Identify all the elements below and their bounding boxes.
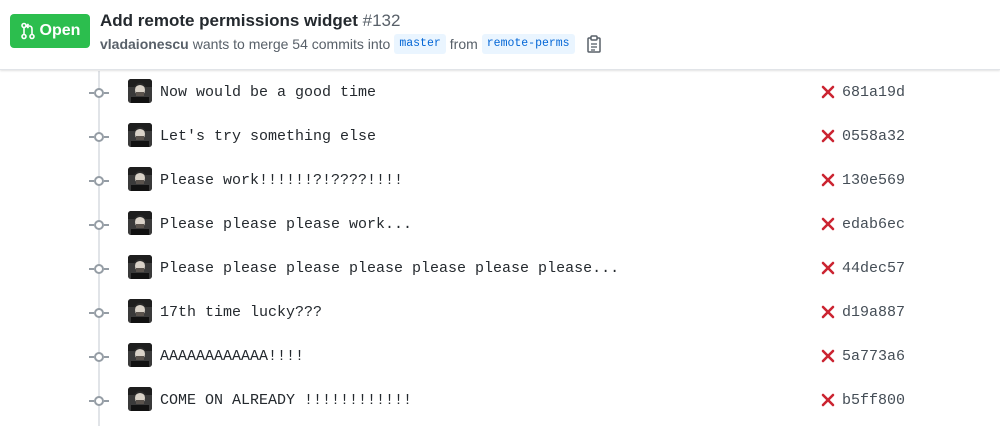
pr-from-text: from	[449, 36, 478, 52]
git-commit-icon	[89, 264, 109, 274]
avatar-image	[128, 211, 152, 235]
git-commit-icon	[89, 308, 109, 318]
commit-row: Please please please work... edab6ec	[0, 203, 1000, 247]
git-commit-icon	[89, 396, 109, 406]
avatar-image	[128, 387, 152, 411]
commit-row: COME ON ALREADY !!!!!!!!!!!! b5ff800	[0, 379, 1000, 423]
base-branch[interactable]: master	[394, 34, 446, 54]
git-commit-icon	[89, 352, 109, 362]
avatar-image	[128, 123, 152, 147]
pr-title-line: Add remote permissions widget #132	[100, 10, 400, 32]
author-avatar[interactable]	[128, 79, 152, 103]
head-branch[interactable]: remote-perms	[481, 34, 575, 54]
commit-message-link[interactable]: Please please please work...	[160, 215, 412, 235]
x-failure-icon[interactable]	[820, 216, 836, 232]
pr-number: #132	[362, 11, 401, 30]
commit-row: Please please please please please pleas…	[0, 247, 1000, 291]
x-failure-icon[interactable]	[820, 84, 836, 100]
pr-merge-text: wants to merge 54 commits into	[192, 36, 391, 52]
x-failure-icon[interactable]	[820, 392, 836, 408]
git-commit-icon	[89, 88, 109, 98]
git-commit-icon	[89, 132, 109, 142]
commit-sha-link[interactable]: edab6ec	[842, 215, 905, 235]
avatar-image	[128, 255, 152, 279]
commit-row: Now would be a good time 681a19d	[0, 71, 1000, 115]
commit-row: AAAAAAAAAAAA!!!! 5a773a6	[0, 335, 1000, 379]
x-failure-icon[interactable]	[820, 128, 836, 144]
author-avatar[interactable]	[128, 343, 152, 367]
commit-message-link[interactable]: Please work!!!!!!?!????!!!!	[160, 171, 403, 191]
commit-row: Let's try something else 0558a32	[0, 115, 1000, 159]
author-avatar[interactable]	[128, 167, 152, 191]
git-commit-icon	[89, 220, 109, 230]
commit-sha-link[interactable]: b5ff800	[842, 391, 905, 411]
pr-state-badge: Open	[10, 14, 90, 48]
commit-list: Now would be a good time 681a19d Let's t…	[0, 71, 1000, 426]
commit-sha-link[interactable]: 130e569	[842, 171, 905, 191]
author-avatar[interactable]	[128, 387, 152, 411]
git-pull-request-icon	[20, 22, 35, 40]
author-avatar[interactable]	[128, 299, 152, 323]
commit-sha-link[interactable]: 5a773a6	[842, 347, 905, 367]
pr-title: Add remote permissions widget	[100, 11, 358, 30]
avatar-image	[128, 79, 152, 103]
pr-state-label: Open	[39, 22, 81, 39]
author-avatar[interactable]	[128, 123, 152, 147]
pull-request-header: Open Add remote permissions widget #132 …	[0, 0, 1000, 70]
copy-branch-button[interactable]	[585, 34, 603, 54]
commit-message-link[interactable]: 17th time lucky???	[160, 303, 322, 323]
commit-message-link[interactable]: COME ON ALREADY !!!!!!!!!!!!	[160, 391, 412, 411]
commit-message-link[interactable]: Please please please please please pleas…	[160, 259, 619, 279]
x-failure-icon[interactable]	[820, 348, 836, 364]
author-avatar[interactable]	[128, 255, 152, 279]
author-avatar[interactable]	[128, 211, 152, 235]
avatar-image	[128, 343, 152, 367]
pr-meta-line: vladaionescu wants to merge 54 commits i…	[100, 34, 603, 54]
commit-message-link[interactable]: AAAAAAAAAAAA!!!!	[160, 347, 304, 367]
commit-sha-link[interactable]: d19a887	[842, 303, 905, 323]
commit-row: 17th time lucky??? d19a887	[0, 291, 1000, 335]
commit-message-link[interactable]: Now would be a good time	[160, 83, 376, 103]
x-failure-icon[interactable]	[820, 304, 836, 320]
git-commit-icon	[89, 176, 109, 186]
commit-message-link[interactable]: Let's try something else	[160, 127, 376, 147]
clipboard-icon	[586, 35, 601, 53]
avatar-image	[128, 299, 152, 323]
commit-sha-link[interactable]: 0558a32	[842, 127, 905, 147]
avatar-image	[128, 167, 152, 191]
pr-author-link[interactable]: vladaionescu	[100, 34, 189, 54]
x-failure-icon[interactable]	[820, 260, 836, 276]
commit-row: Please work!!!!!!?!????!!!! 130e569	[0, 159, 1000, 203]
commit-sha-link[interactable]: 681a19d	[842, 83, 905, 103]
commit-sha-link[interactable]: 44dec57	[842, 259, 905, 279]
x-failure-icon[interactable]	[820, 172, 836, 188]
